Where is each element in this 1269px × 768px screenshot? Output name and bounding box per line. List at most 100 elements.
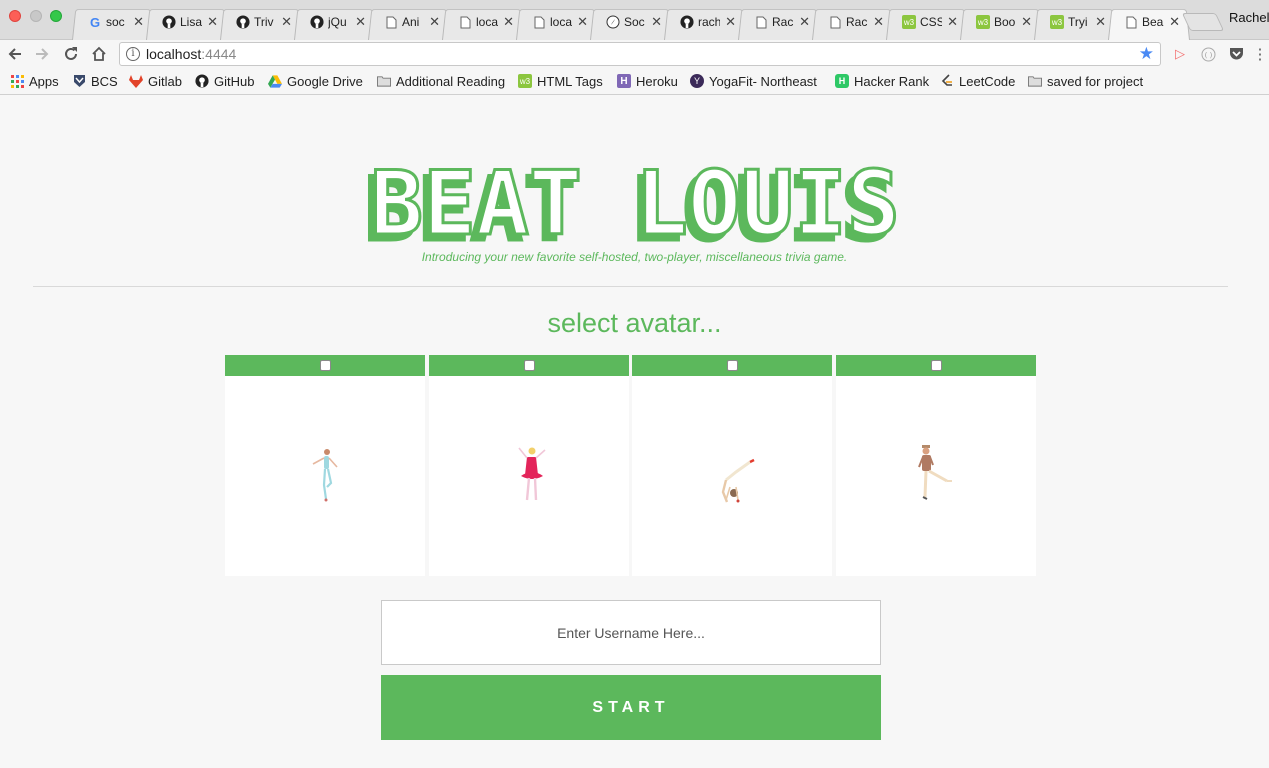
- close-tab-icon[interactable]: ✕: [429, 14, 440, 30]
- close-tab-icon[interactable]: ✕: [1021, 14, 1032, 30]
- avatar-card-dancer-cartwheel[interactable]: [632, 355, 832, 576]
- username-input[interactable]: [382, 601, 880, 664]
- compass-icon: [606, 15, 620, 29]
- close-tab-icon[interactable]: ✕: [133, 14, 144, 30]
- github-icon: [310, 15, 324, 29]
- bookmark-google-drive[interactable]: Google Drive: [268, 73, 363, 89]
- bookmark-folder-additional-reading[interactable]: Additional Reading: [377, 73, 505, 89]
- avatar-card-dancer-blue[interactable]: [225, 355, 425, 576]
- bookmark-heroku[interactable]: H Heroku: [617, 73, 678, 89]
- close-tab-icon[interactable]: ✕: [1169, 14, 1180, 30]
- close-tab-icon[interactable]: ✕: [947, 14, 958, 30]
- close-tab-icon[interactable]: ✕: [1095, 14, 1106, 30]
- back-arrow-icon[interactable]: [6, 45, 24, 63]
- w3schools-icon: w3: [976, 15, 990, 29]
- bookmark-apps[interactable]: Apps: [10, 73, 59, 89]
- close-tab-icon[interactable]: ✕: [577, 14, 588, 30]
- browser-tab[interactable]: jQu ✕: [294, 6, 376, 40]
- bcs-icon: [72, 74, 86, 88]
- menu-kebab-icon[interactable]: ⋮: [1251, 45, 1269, 63]
- dancer-cartwheel-image: [721, 458, 755, 503]
- browser-tab-active[interactable]: Bea ✕: [1108, 6, 1190, 40]
- bookmark-gitlab[interactable]: Gitlab: [129, 73, 182, 89]
- tagline: Introducing your new favorite self-hoste…: [421, 250, 848, 264]
- extension-icon[interactable]: ▷: [1171, 45, 1189, 63]
- bookmark-star-icon[interactable]: ★: [1139, 44, 1154, 64]
- address-url: localhost:4444: [146, 46, 237, 62]
- bookmark-bcs[interactable]: BCS: [72, 73, 118, 89]
- forward-arrow-icon[interactable]: [33, 45, 51, 63]
- avatar-checkbox[interactable]: [524, 360, 535, 371]
- browser-tab[interactable]: Triv ✕: [220, 6, 302, 40]
- browser-tab[interactable]: Rac ✕: [738, 6, 820, 40]
- tab-title: Soc: [624, 15, 645, 29]
- maximize-window-button[interactable]: [50, 10, 62, 22]
- browser-tab[interactable]: w3 Boo ✕: [960, 6, 1042, 40]
- w3schools-icon: w3: [902, 15, 916, 29]
- address-bar[interactable]: i localhost:4444 ★: [119, 42, 1161, 66]
- google-icon: G: [89, 14, 101, 30]
- tab-title: Rac: [846, 15, 868, 29]
- hackerrank-icon: H: [835, 74, 849, 88]
- tab-title: soc: [106, 15, 125, 29]
- ballerina-pink-image: [518, 447, 546, 501]
- pocket-icon[interactable]: [1227, 45, 1245, 63]
- bookmark-github[interactable]: GitHub: [195, 73, 254, 89]
- close-tab-icon[interactable]: ✕: [207, 14, 218, 30]
- start-button[interactable]: START: [381, 675, 881, 740]
- svg-text:BEAT LOUIS: BEAT LOUIS: [370, 152, 900, 243]
- select-avatar-heading: select avatar...: [547, 308, 722, 338]
- close-tab-icon[interactable]: ✕: [873, 14, 884, 30]
- browser-tab[interactable]: Soc ✕: [590, 6, 672, 40]
- browser-tab[interactable]: rach ✕: [664, 6, 746, 40]
- browser-tab[interactable]: Rac ✕: [812, 6, 894, 40]
- close-tab-icon[interactable]: ✕: [651, 14, 662, 30]
- document-icon: [532, 15, 546, 29]
- close-tab-icon[interactable]: ✕: [725, 14, 736, 30]
- extension-icon[interactable]: ( ): [1199, 45, 1217, 63]
- tab-title: Lisa: [180, 15, 202, 29]
- minimize-window-button[interactable]: [30, 10, 42, 22]
- tab-title: Bea: [1142, 15, 1164, 29]
- dancer-kick-image: [918, 445, 952, 500]
- yogafit-icon: Y: [690, 74, 704, 88]
- new-tab-button[interactable]: [1181, 13, 1225, 31]
- close-tab-icon[interactable]: ✕: [281, 14, 292, 30]
- username-field[interactable]: [381, 600, 881, 665]
- bookmark-hacker-rank[interactable]: H Hacker Rank: [835, 73, 929, 89]
- bookmark-leetcode[interactable]: LeetCode: [940, 73, 1015, 89]
- svg-text:( ): ( ): [1204, 51, 1212, 59]
- avatar-checkbox[interactable]: [320, 360, 331, 371]
- avatar-checkbox[interactable]: [931, 360, 942, 371]
- tab-title: rach: [698, 15, 720, 29]
- bookmark-folder-saved-for-project[interactable]: saved for project: [1028, 73, 1143, 89]
- document-icon: [458, 15, 472, 29]
- close-tab-icon[interactable]: ✕: [355, 14, 366, 30]
- gitlab-icon: [129, 74, 143, 88]
- home-icon[interactable]: [90, 45, 108, 63]
- browser-tab[interactable]: loca ✕: [516, 6, 598, 40]
- tab-title: Rac: [772, 15, 794, 29]
- browser-tab[interactable]: w3 Tryi ✕: [1034, 6, 1116, 40]
- bookmark-yogafit[interactable]: Y YogaFit- Northeast: [690, 73, 817, 89]
- divider: [33, 286, 1228, 287]
- browser-tab[interactable]: Lisa ✕: [146, 6, 228, 40]
- w3schools-icon: w3: [518, 74, 532, 88]
- bookmark-html-tags[interactable]: w3 HTML Tags: [518, 73, 603, 89]
- document-icon: [754, 15, 768, 29]
- avatar-card-dancer-kick[interactable]: [836, 355, 1036, 576]
- close-window-button[interactable]: [9, 10, 21, 22]
- document-icon: [828, 15, 842, 29]
- close-tab-icon[interactable]: ✕: [503, 14, 514, 30]
- browser-tab[interactable]: w3 CSS ✕: [886, 6, 968, 40]
- browser-tab[interactable]: G soc ✕: [72, 6, 154, 40]
- browser-tab[interactable]: loca ✕: [442, 6, 524, 40]
- avatar-card-ballerina-pink[interactable]: [429, 355, 629, 576]
- reload-icon[interactable]: [62, 45, 80, 63]
- close-tab-icon[interactable]: ✕: [799, 14, 810, 30]
- tab-title: Boo: [994, 15, 1016, 29]
- avatar-checkbox[interactable]: [727, 360, 738, 371]
- info-icon[interactable]: i: [126, 47, 140, 61]
- browser-tab[interactable]: Ani ✕: [368, 6, 450, 40]
- profile-name[interactable]: Rachel: [1229, 10, 1269, 25]
